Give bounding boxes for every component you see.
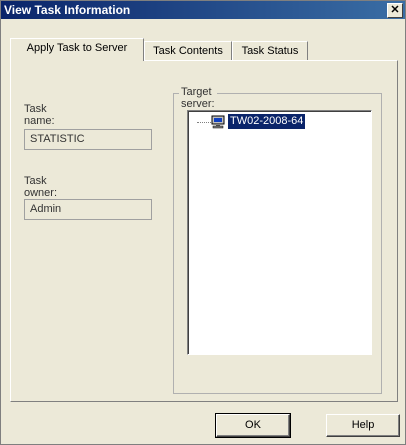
ok-button[interactable]: OK xyxy=(215,413,291,438)
dialog-window: View Task Information ✕ Apply Task to Se… xyxy=(0,0,406,445)
server-tree[interactable]: TW02-2008-64 xyxy=(187,110,372,355)
title-bar[interactable]: View Task Information ✕ xyxy=(1,1,405,19)
close-icon: ✕ xyxy=(390,4,400,16)
task-name-label: Task name: xyxy=(24,103,55,127)
task-owner-field: Admin xyxy=(24,199,152,220)
tab-label: Apply Task to Server xyxy=(26,42,128,54)
tab-task-status[interactable]: Task Status xyxy=(232,41,308,61)
tree-connector xyxy=(197,122,211,123)
target-server-label: Target server: xyxy=(179,86,217,110)
task-owner-label: Task owner: xyxy=(24,175,58,199)
tree-item-server[interactable]: TW02-2008-64 xyxy=(228,114,306,129)
tab-task-contents[interactable]: Task Contents xyxy=(144,41,232,61)
close-button[interactable]: ✕ xyxy=(387,3,403,18)
dialog-title: View Task Information xyxy=(4,3,131,17)
task-name-field: STATISTIC xyxy=(24,129,152,150)
computer-icon xyxy=(211,115,225,129)
help-button[interactable]: Help xyxy=(326,414,400,437)
tab-apply-task-to-server[interactable]: Apply Task to Server xyxy=(10,38,144,61)
tab-label: Task Contents xyxy=(153,45,223,57)
tab-label: Task Status xyxy=(241,45,299,57)
